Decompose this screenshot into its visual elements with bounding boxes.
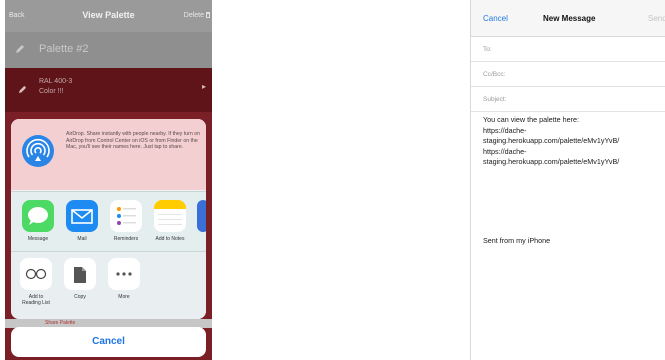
cc-bcc-label: Cc/Bcc:	[483, 71, 506, 78]
share-app-reminders[interactable]: Reminders	[109, 200, 143, 242]
to-label: To:	[483, 46, 492, 53]
share-app-label: Mail	[77, 236, 87, 242]
color-label: Color !!!	[39, 88, 64, 95]
share-actions-row: Add to Reading List Copy More	[11, 251, 206, 319]
palette-name-row[interactable]: Palette #2	[5, 32, 212, 68]
action-copy[interactable]: Copy	[63, 258, 97, 300]
copy-icon	[64, 258, 96, 290]
activity-sheet: AirDrop. Share instantly with people nea…	[11, 119, 206, 319]
color-row[interactable]: RAL 400-3 Color !!! ▸	[5, 68, 212, 112]
share-app-label: Message	[27, 236, 49, 242]
body-line: https://dache-	[483, 125, 527, 135]
page-title: New Message	[543, 14, 596, 23]
action-label: More	[118, 294, 130, 300]
cancel-button[interactable]: Cancel	[483, 14, 508, 23]
message-icon	[22, 200, 54, 232]
airdrop-panel[interactable]: AirDrop. Share instantly with people nea…	[11, 119, 206, 190]
nav-bar: Cancel New Message Send	[471, 0, 665, 37]
share-sheet-screen: Back View Palette Delete Palette #2 RAL …	[5, 0, 212, 360]
action-label: Copy	[74, 294, 86, 300]
share-app-label: Add to Notes	[155, 236, 185, 242]
page-title: View Palette	[82, 10, 135, 20]
reading-glasses-icon	[20, 258, 52, 290]
more-icon	[108, 258, 140, 290]
cancel-button[interactable]: Cancel	[11, 327, 206, 357]
palette-name: Palette #2	[39, 43, 89, 55]
subject-label: Subject:	[483, 96, 507, 103]
action-add-reading-list[interactable]: Add to Reading List	[19, 258, 53, 306]
message-body[interactable]: You can view the palette here: https://d…	[483, 115, 663, 168]
share-apps-row: Message Mail Reminders Add to Notes	[11, 191, 206, 251]
airdrop-text: AirDrop. Share instantly with people nea…	[66, 131, 200, 151]
trash-icon[interactable]	[206, 12, 210, 18]
airdrop-icon	[22, 135, 54, 167]
share-app-label: Reminders	[113, 236, 139, 242]
body-line: staging.herokuapp.com/palette/eMv1yYvB/	[483, 136, 620, 146]
share-app-notes[interactable]: Add to Notes	[153, 200, 187, 242]
notes-icon	[154, 200, 186, 232]
signature: Sent from my iPhone	[483, 236, 551, 245]
chevron-right-icon: ▸	[201, 82, 206, 91]
nav-bar: Back View Palette Delete	[5, 0, 212, 32]
action-label: Add to Reading List	[22, 294, 50, 306]
subject-field[interactable]: Subject:	[471, 87, 665, 112]
body-line: You can view the palette here:	[483, 115, 580, 124]
mail-icon	[66, 200, 98, 232]
send-button[interactable]: Send	[648, 14, 665, 23]
to-field[interactable]: To:	[471, 37, 665, 62]
pencil-icon	[18, 85, 27, 94]
color-code: RAL 400-3	[39, 78, 73, 85]
app-icon	[197, 200, 206, 232]
share-palette-link: Share Palette	[45, 320, 76, 326]
new-message-screen: Cancel New Message Send To: Cc/Bcc: Subj…	[470, 0, 665, 360]
share-app-partial[interactable]	[197, 200, 206, 232]
share-app-mail[interactable]: Mail	[65, 200, 99, 242]
body-line: https://dache-	[483, 146, 527, 156]
action-more[interactable]: More	[107, 258, 141, 300]
reminders-icon	[110, 200, 142, 232]
body-line: staging.herokuapp.com/palette/eMv1yYvB/	[483, 157, 620, 167]
share-app-message[interactable]: Message	[21, 200, 55, 242]
pencil-icon	[16, 45, 24, 53]
cc-bcc-field[interactable]: Cc/Bcc:	[471, 62, 665, 87]
delete-button[interactable]: Delete	[184, 12, 204, 19]
